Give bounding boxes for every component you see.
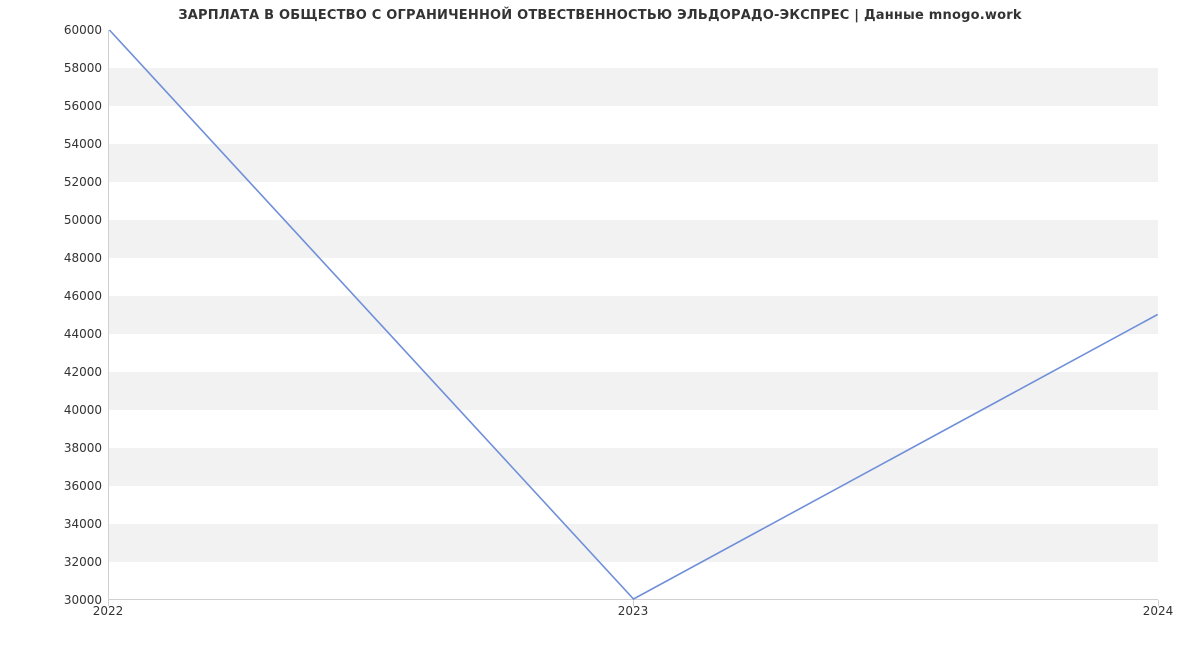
x-tick-mark xyxy=(108,600,109,606)
y-tick-label: 34000 xyxy=(12,517,102,531)
line-layer xyxy=(109,30,1158,599)
x-tick-label: 2023 xyxy=(618,604,649,618)
y-tick-label: 54000 xyxy=(12,137,102,151)
y-tick-label: 52000 xyxy=(12,175,102,189)
x-tick-label: 2022 xyxy=(93,604,124,618)
y-tick-label: 32000 xyxy=(12,555,102,569)
x-tick-label: 2024 xyxy=(1143,604,1174,618)
y-tick-label: 46000 xyxy=(12,289,102,303)
y-tick-label: 44000 xyxy=(12,327,102,341)
chart-container: ЗАРПЛАТА В ОБЩЕСТВО С ОГРАНИЧЕННОЙ ОТВЕС… xyxy=(0,0,1200,650)
y-tick-label: 30000 xyxy=(12,593,102,607)
x-tick-mark xyxy=(633,600,634,606)
chart-title: ЗАРПЛАТА В ОБЩЕСТВО С ОГРАНИЧЕННОЙ ОТВЕС… xyxy=(0,8,1200,23)
y-tick-label: 42000 xyxy=(12,365,102,379)
y-tick-label: 48000 xyxy=(12,251,102,265)
y-tick-label: 58000 xyxy=(12,61,102,75)
x-tick-mark xyxy=(1158,600,1159,606)
y-tick-label: 60000 xyxy=(12,23,102,37)
y-tick-label: 38000 xyxy=(12,441,102,455)
plot-area xyxy=(108,30,1158,600)
y-tick-label: 50000 xyxy=(12,213,102,227)
y-tick-label: 36000 xyxy=(12,479,102,493)
series-line xyxy=(109,30,1157,599)
y-tick-label: 56000 xyxy=(12,99,102,113)
y-tick-label: 40000 xyxy=(12,403,102,417)
